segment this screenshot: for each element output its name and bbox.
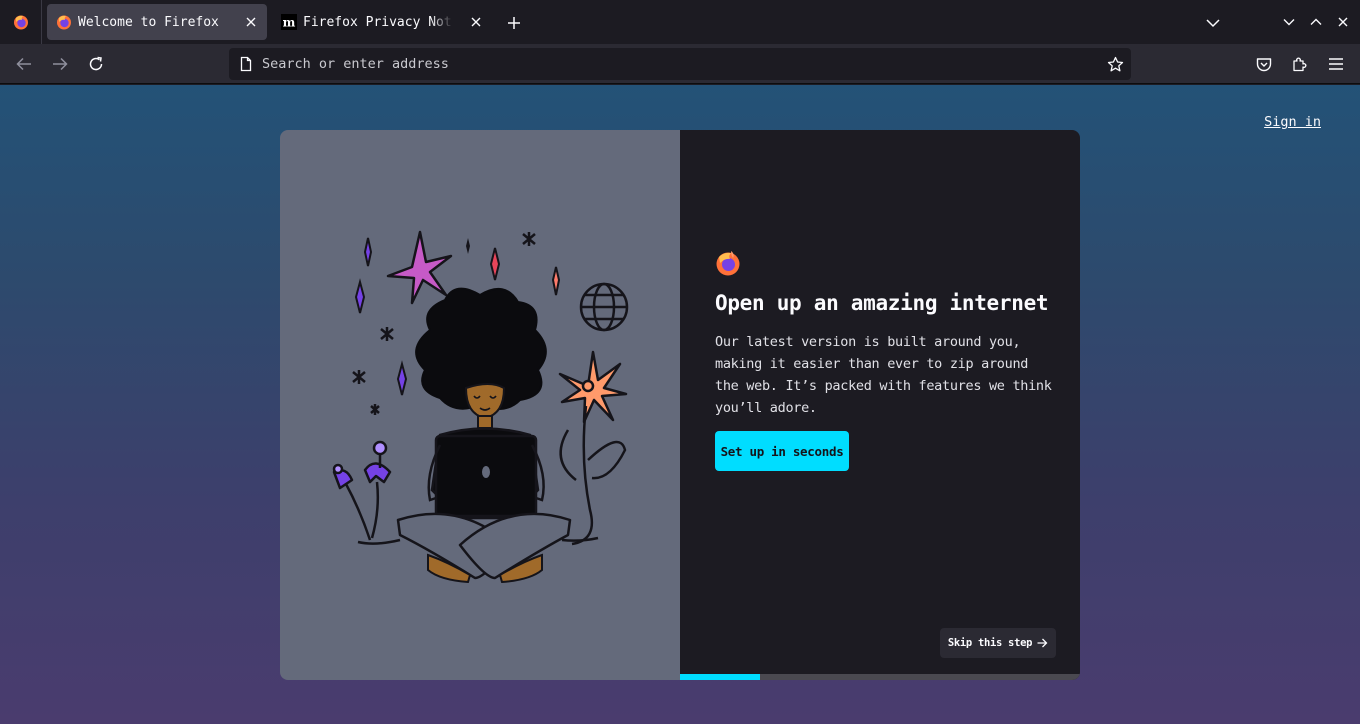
list-all-tabs-button[interactable]: [1203, 13, 1223, 33]
firefox-logo-icon: [716, 251, 740, 276]
chevron-down-icon: [1206, 19, 1220, 28]
onboarding-text-panel: Open up an amazing internet Our latest v…: [680, 130, 1080, 680]
close-window-button[interactable]: [1334, 13, 1352, 31]
tab-privacy-notice[interactable]: m Firefox Privacy Notice — Mozilla: [272, 4, 492, 40]
app-menu-button[interactable]: [1326, 54, 1346, 74]
mozilla-icon: m: [281, 14, 297, 30]
plus-icon: [508, 17, 520, 29]
back-button[interactable]: [14, 54, 34, 74]
skip-step-label: Skip this step: [947, 637, 1033, 649]
url-input[interactable]: [262, 54, 1082, 74]
progress-fill: [680, 674, 760, 680]
tab-welcome[interactable]: Welcome to Firefox: [47, 4, 267, 40]
hamburger-menu-icon: [1329, 58, 1343, 70]
bookmark-star-button[interactable]: [1105, 54, 1125, 74]
sign-in-link[interactable]: Sign in: [1264, 114, 1321, 130]
pocket-button[interactable]: [1254, 54, 1274, 74]
close-tab-icon[interactable]: [468, 14, 484, 30]
page-description: Our latest version is built around you, …: [715, 334, 1052, 416]
chevron-up-icon: [1310, 18, 1322, 25]
new-tab-button[interactable]: [503, 12, 525, 34]
forward-button[interactable]: [50, 54, 70, 74]
person-with-laptop-illustration: [332, 230, 629, 584]
onboarding-progress-bar: [680, 674, 1080, 680]
puzzle-piece-icon: [1293, 57, 1307, 72]
tab-title: Firefox Privacy Notice — Mozilla: [303, 14, 453, 30]
firefox-icon: [56, 14, 72, 30]
maximize-button[interactable]: [1307, 13, 1325, 31]
reload-icon: [89, 56, 103, 71]
page-title: Open up an amazing internet: [715, 291, 1049, 315]
tab-title: Welcome to Firefox: [78, 14, 219, 30]
reload-button[interactable]: [86, 54, 106, 74]
back-arrow-icon: [16, 57, 31, 71]
close-tab-icon[interactable]: [243, 14, 259, 30]
arrow-right-icon: [1037, 638, 1048, 648]
extensions-button[interactable]: [1290, 54, 1310, 74]
chevron-down-icon: [1283, 19, 1295, 26]
star-icon: [1107, 56, 1123, 71]
tab-strip: Welcome to Firefox m Firefox Privacy Not…: [0, 0, 1360, 44]
setup-button[interactable]: Set up in seconds: [715, 431, 849, 471]
page-icon: [240, 56, 252, 72]
illustration-panel: [280, 130, 680, 680]
svg-text:m: m: [283, 16, 296, 30]
minimize-button[interactable]: [1280, 13, 1298, 31]
close-icon: [1338, 17, 1348, 27]
skip-step-button[interactable]: Skip this step: [940, 628, 1056, 658]
firefox-view-button[interactable]: [0, 0, 42, 44]
page-content: Sign in Open up an amazing internet Our …: [0, 85, 1360, 724]
firefox-icon: [13, 15, 28, 30]
onboarding-card: Open up an amazing internet Our latest v…: [280, 130, 1080, 680]
forward-arrow-icon: [53, 57, 68, 71]
url-bar[interactable]: [229, 48, 1131, 80]
navigation-toolbar: [0, 44, 1360, 84]
pocket-icon: [1256, 57, 1272, 71]
